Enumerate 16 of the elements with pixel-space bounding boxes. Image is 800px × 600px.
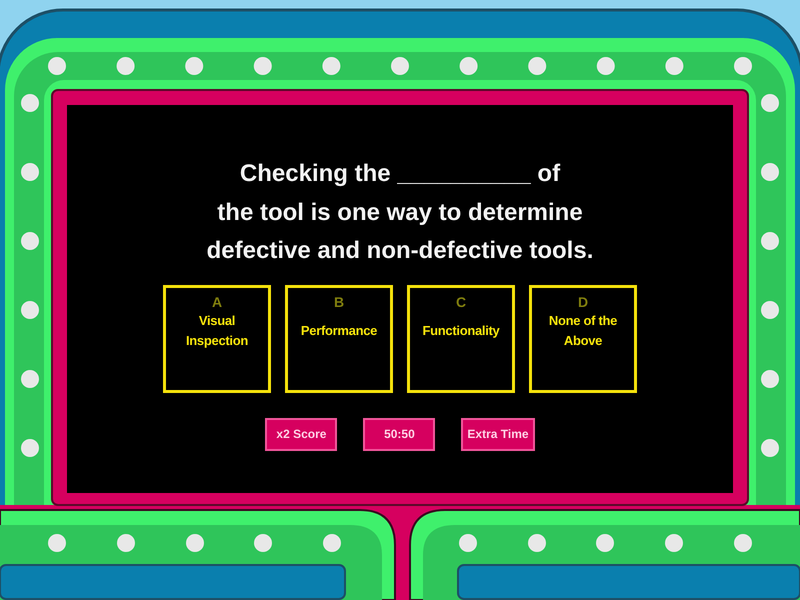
powerup-button[interactable]: 50:50 — [363, 418, 436, 450]
powerup-button[interactable]: Extra Time — [461, 418, 535, 450]
answer-option[interactable]: A Visual Inspection — [163, 284, 271, 392]
answer-text: Performance — [303, 322, 375, 340]
answer-letter: C — [456, 294, 466, 310]
answer-text: None of the Above — [548, 312, 618, 350]
answer-letter: D — [578, 294, 588, 310]
powerup-button[interactable]: x2 Score — [265, 418, 338, 450]
answer-option[interactable]: D None of the Above — [529, 284, 637, 392]
answer-letter: B — [334, 294, 344, 310]
answer-text: Functionality — [425, 322, 497, 340]
answer-text: Visual Inspection — [184, 312, 249, 350]
answer-option[interactable]: B Performance — [285, 284, 393, 392]
answer-letter: A — [212, 294, 222, 310]
question-text: Checking the __________ of the tool is one way to determine defective and non-defective tools. — [206, 159, 594, 266]
answer-option[interactable]: C Functionality — [407, 284, 515, 392]
